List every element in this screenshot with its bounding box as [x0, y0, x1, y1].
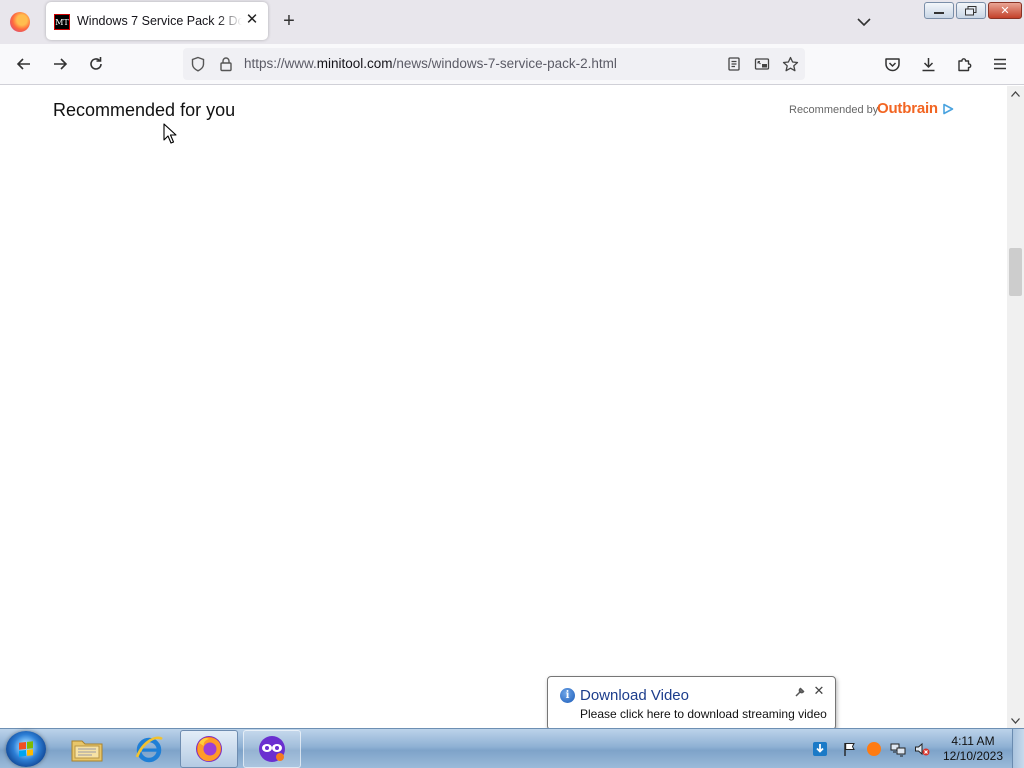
download-arrow-icon	[922, 57, 934, 71]
notification-close-icon[interactable]: ✕	[812, 684, 826, 698]
scrollbar-thumb[interactable]	[1009, 248, 1022, 296]
taskbar-internet-explorer[interactable]	[120, 730, 178, 768]
url-domain: minitool.com	[316, 56, 393, 71]
orange-app-tray-icon[interactable]	[866, 741, 882, 757]
picture-in-picture-icon[interactable]	[752, 54, 772, 74]
tracking-protection-shield-icon[interactable]	[188, 54, 208, 74]
network-icon[interactable]	[890, 741, 906, 757]
recommended-heading: Recommended for you	[53, 100, 236, 120]
taskbar: 4:11 AM 12/10/2023	[0, 728, 1024, 768]
bookmark-star-icon[interactable]	[780, 54, 800, 74]
reload-icon	[90, 57, 102, 70]
restore-button[interactable]	[956, 2, 986, 19]
tab-active[interactable]: MT Windows 7 Service Pack 2 Download ✕	[46, 2, 268, 40]
download-tray-icon[interactable]	[812, 741, 828, 757]
url-text[interactable]: https://www.minitool.com/news/windows-7-…	[244, 56, 617, 71]
hamburger-menu-icon	[994, 58, 1006, 70]
wrench-options-icon[interactable]	[794, 686, 806, 698]
taskbar-windows-explorer[interactable]	[58, 730, 116, 768]
show-desktop-button[interactable]	[1012, 729, 1024, 768]
pocket-icon	[884, 57, 900, 71]
folder-icon	[71, 740, 103, 762]
app-menu-button[interactable]	[990, 54, 1010, 74]
firefox-icon	[196, 736, 222, 762]
taskbar-vpn-app[interactable]	[243, 730, 301, 768]
action-center-flag-icon[interactable]	[842, 741, 858, 757]
mouse-pointer-icon	[163, 123, 177, 144]
back-button[interactable]	[14, 54, 34, 74]
close-window-button[interactable]: ✕	[988, 2, 1022, 19]
clock-time: 4:11 AM	[951, 734, 995, 748]
outbrain-play-icon[interactable]	[942, 103, 954, 115]
notification-title: Download Video	[580, 687, 689, 704]
scroll-up-arrow-icon[interactable]	[1007, 86, 1024, 101]
scroll-down-arrow-icon[interactable]	[1007, 713, 1024, 728]
padlock-icon[interactable]	[216, 54, 236, 74]
forward-button[interactable]	[50, 54, 70, 74]
minimize-button[interactable]	[924, 2, 954, 19]
navigation-toolbar: https://www.minitool.com/news/windows-7-…	[0, 44, 1024, 85]
windows-logo-icon	[19, 741, 33, 757]
taskbar-firefox[interactable]	[180, 730, 238, 768]
start-button[interactable]	[6, 731, 46, 767]
system-clock[interactable]: 4:11 AM 12/10/2023	[933, 734, 1013, 764]
window-controls: ✕	[924, 2, 1022, 22]
info-icon: i	[560, 688, 575, 703]
downloads-button[interactable]	[918, 54, 938, 74]
outbrain-logo[interactable]: Outbrain	[877, 100, 938, 117]
screen: MT Windows 7 Service Pack 2 Download ✕ +…	[0, 0, 1024, 768]
tab-strip: MT Windows 7 Service Pack 2 Download ✕ +…	[0, 0, 1024, 44]
new-tab-button[interactable]: +	[279, 11, 299, 31]
list-all-tabs-icon[interactable]	[855, 13, 873, 31]
recommended-by-label[interactable]: Recommended by	[789, 104, 878, 116]
pocket-button[interactable]	[882, 54, 902, 74]
puzzle-piece-icon	[957, 57, 971, 71]
page-content: Recommended for you Recommended by Outbr…	[0, 86, 1007, 728]
volume-muted-icon[interactable]	[914, 741, 930, 757]
url-bar[interactable]: https://www.minitool.com/news/windows-7-…	[183, 48, 805, 80]
vpn-mask-icon	[259, 736, 285, 762]
minitool-favicon-icon: MT	[54, 14, 70, 30]
internet-explorer-icon	[135, 736, 163, 763]
url-prefix: https://www.	[244, 56, 317, 71]
back-arrow-icon	[16, 58, 30, 70]
tab-title: Windows 7 Service Pack 2 Download	[77, 14, 242, 28]
firefox-view-icon[interactable]	[10, 12, 30, 32]
clock-date: 12/10/2023	[942, 749, 1004, 763]
reload-button[interactable]	[86, 54, 106, 74]
extensions-button[interactable]	[954, 54, 974, 74]
url-path: /news/windows-7-service-pack-2.html	[392, 56, 617, 71]
vertical-scrollbar[interactable]	[1007, 86, 1024, 728]
tab-close-icon[interactable]: ✕	[244, 12, 260, 28]
download-video-notification[interactable]: i Download Video Please click here to do…	[547, 676, 836, 730]
reader-view-icon[interactable]	[724, 54, 744, 74]
notification-text[interactable]: Please click here to download streaming …	[580, 707, 827, 721]
forward-arrow-icon	[54, 58, 68, 70]
